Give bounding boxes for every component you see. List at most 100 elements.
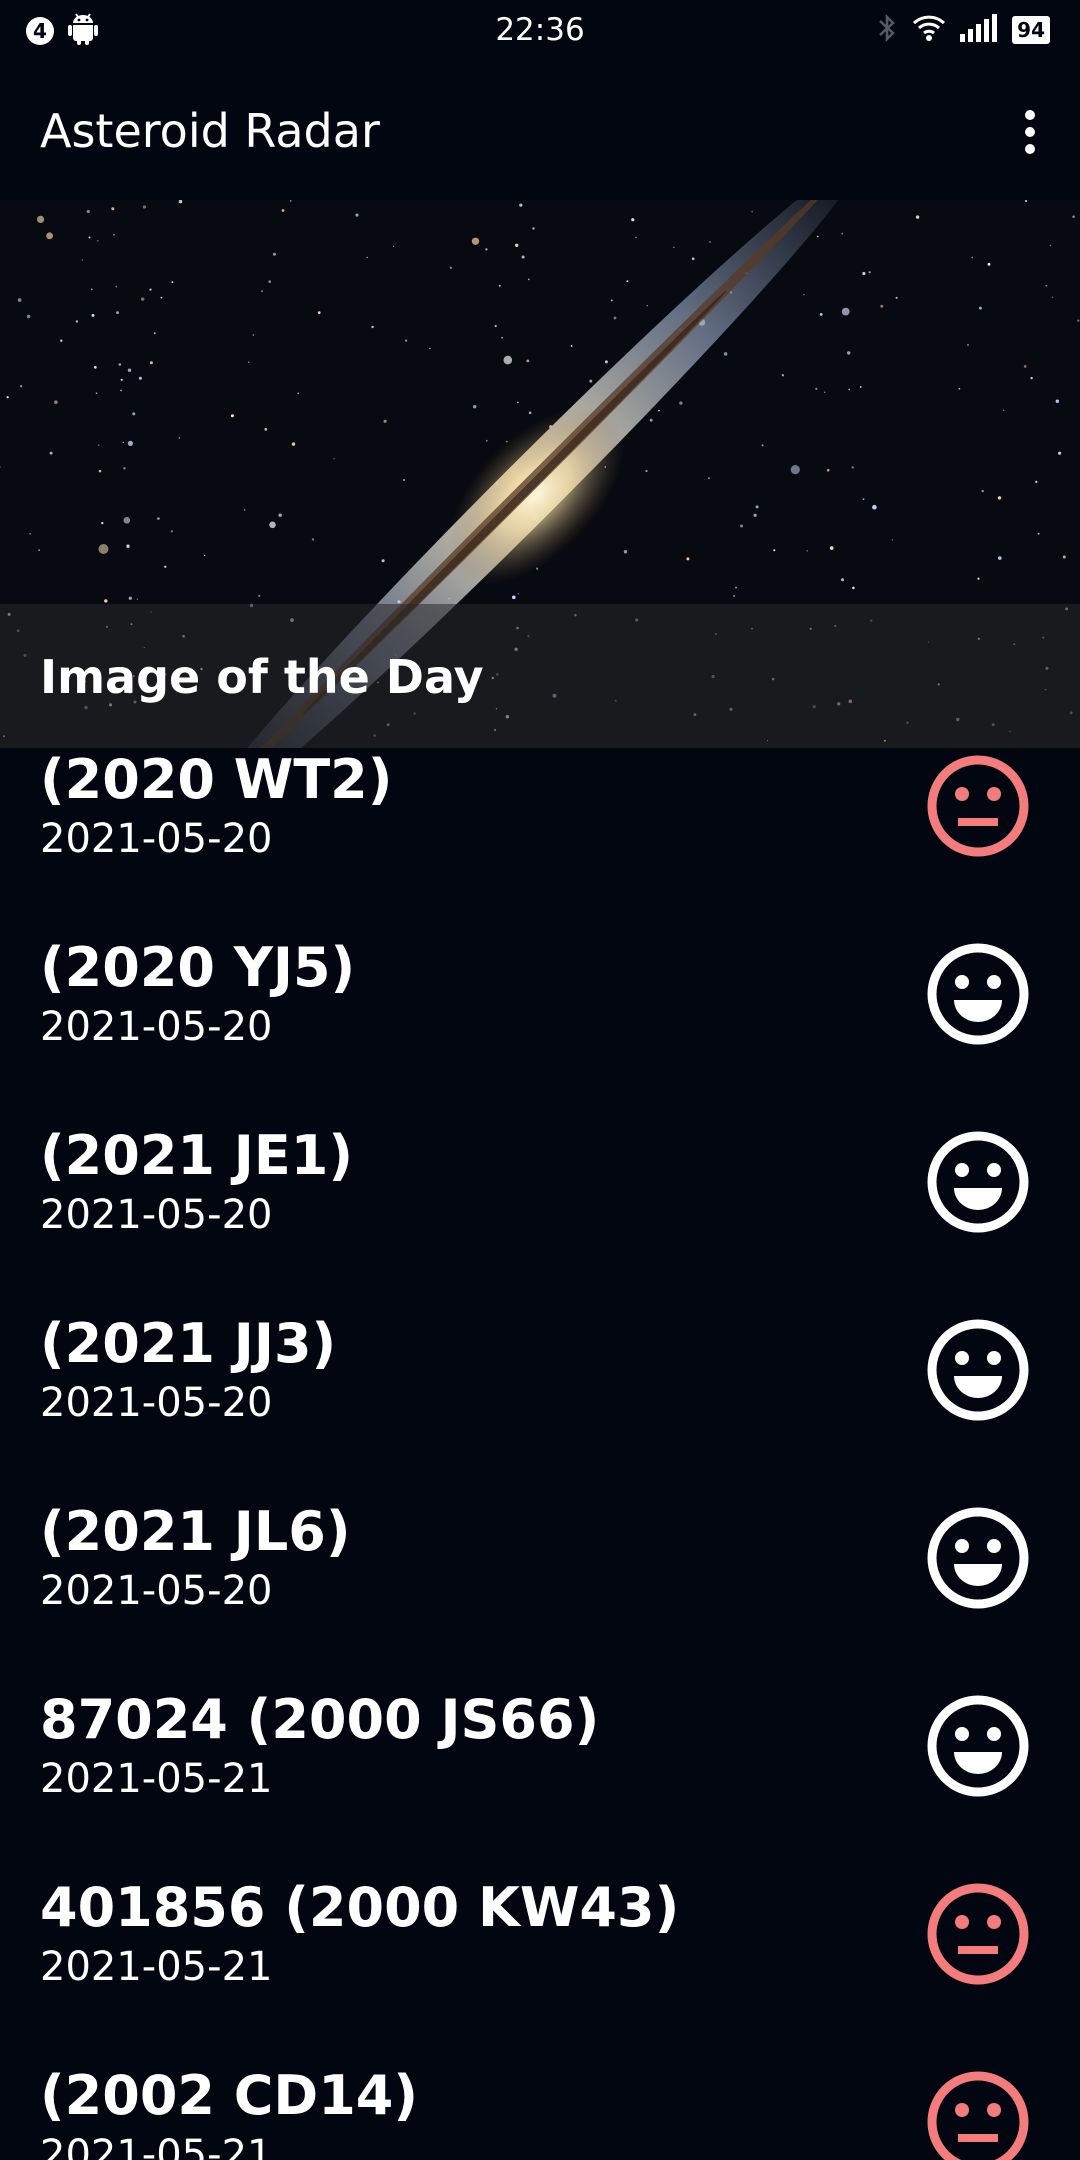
star <box>815 387 818 390</box>
star <box>826 468 830 472</box>
star <box>132 412 136 416</box>
overflow-menu-icon[interactable] <box>1010 104 1050 160</box>
star <box>841 232 844 235</box>
star <box>517 401 519 404</box>
star <box>781 374 785 377</box>
star <box>429 347 431 349</box>
image-of-the-day[interactable]: Image of the Day <box>0 200 1080 748</box>
asteroid-approach-date: 2021-05-21 <box>40 2132 273 2160</box>
image-caption: Image of the Day <box>40 650 484 704</box>
star <box>311 538 315 541</box>
star <box>6 396 9 399</box>
star <box>272 252 276 256</box>
star <box>859 386 862 388</box>
star <box>120 389 122 392</box>
star <box>138 376 142 380</box>
asteroid-list-item[interactable]: 401856 (2000 KW43) 2021-05-21 <box>0 1876 1080 2064</box>
star <box>1055 399 1060 403</box>
star <box>157 517 160 520</box>
star <box>269 521 276 529</box>
hazardous-neutral-face-icon <box>927 755 1029 857</box>
star <box>123 517 131 524</box>
asteroid-list-item[interactable]: (2021 JE1) 2021-05-20 <box>0 1124 1080 1312</box>
star <box>915 215 920 219</box>
star <box>1062 555 1066 559</box>
asteroid-list-item[interactable]: (2021 JJ3) 2021-05-20 <box>0 1312 1080 1500</box>
star <box>1045 284 1047 287</box>
star <box>709 241 711 243</box>
star <box>289 200 292 202</box>
star <box>75 320 79 323</box>
star <box>494 324 497 328</box>
star <box>317 311 321 314</box>
star <box>405 339 408 342</box>
star <box>707 477 710 480</box>
asteroid-list-item[interactable]: (2002 CD14) 2021-05-21 <box>0 2064 1080 2160</box>
safe-happy-face-icon <box>927 1507 1029 1609</box>
star <box>570 345 573 347</box>
star <box>790 465 800 475</box>
star <box>824 391 826 393</box>
signal-icon <box>960 14 998 46</box>
star <box>515 243 519 247</box>
star <box>104 599 108 603</box>
star <box>393 245 395 247</box>
star <box>635 236 637 239</box>
star <box>803 294 805 296</box>
hazardous-neutral-face-icon <box>927 2071 1029 2160</box>
star <box>98 444 100 446</box>
asteroid-name: 401856 (2000 KW43) <box>40 1876 680 1939</box>
star <box>291 442 296 446</box>
star <box>1025 200 1027 202</box>
star <box>122 441 124 443</box>
star <box>297 392 300 395</box>
star <box>49 451 53 455</box>
star <box>1077 319 1080 322</box>
star <box>17 298 22 302</box>
star <box>120 378 123 381</box>
status-bar: 4 22:36 94 <box>0 0 1080 62</box>
star <box>740 524 744 528</box>
asteroid-name: (2021 JE1) <box>40 1124 354 1187</box>
asteroid-list-item[interactable]: (2020 YJ5) 2021-05-20 <box>0 936 1080 1124</box>
star <box>1037 532 1040 535</box>
star <box>851 466 854 469</box>
star <box>987 262 991 266</box>
star <box>366 256 368 259</box>
asteroid-list[interactable]: (2020 WT2) 2021-05-20 (2020 YJ5) 2021-05-20… <box>0 748 1080 2160</box>
star <box>149 361 153 365</box>
star <box>60 339 63 342</box>
asteroid-approach-date: 2021-05-20 <box>40 1568 273 1614</box>
battery-indicator: 94 <box>1012 16 1050 44</box>
star <box>679 401 683 405</box>
asteroid-list-item[interactable]: 87024 (2000 JS66) 2021-05-21 <box>0 1688 1080 1876</box>
star <box>449 266 453 269</box>
asteroid-list-item[interactable]: (2021 JL6) 2021-05-20 <box>0 1500 1080 1688</box>
star <box>81 259 84 261</box>
safe-happy-face-icon <box>927 1695 1029 1797</box>
star <box>755 505 759 509</box>
star <box>872 504 877 510</box>
star <box>981 489 984 493</box>
safe-happy-face-icon <box>927 943 1029 1045</box>
asteroid-name: (2020 YJ5) <box>40 936 356 999</box>
star <box>691 257 695 261</box>
star <box>1030 376 1033 380</box>
asteroid-list-item[interactable]: (2020 WT2) 2021-05-20 <box>0 748 1080 936</box>
star <box>862 271 866 276</box>
star <box>98 469 102 473</box>
star <box>485 248 488 251</box>
star <box>471 237 480 245</box>
star <box>997 496 1002 500</box>
star <box>1052 296 1054 298</box>
star <box>333 458 335 460</box>
star <box>126 544 130 548</box>
star <box>649 418 653 422</box>
star <box>86 209 90 214</box>
asteroid-name: (2021 JL6) <box>40 1500 351 1563</box>
asteroid-name: (2021 JJ3) <box>40 1312 337 1375</box>
star <box>403 479 405 481</box>
menu-dot <box>1025 110 1035 120</box>
star <box>473 405 477 409</box>
asteroid-approach-date: 2021-05-21 <box>40 1756 273 1802</box>
